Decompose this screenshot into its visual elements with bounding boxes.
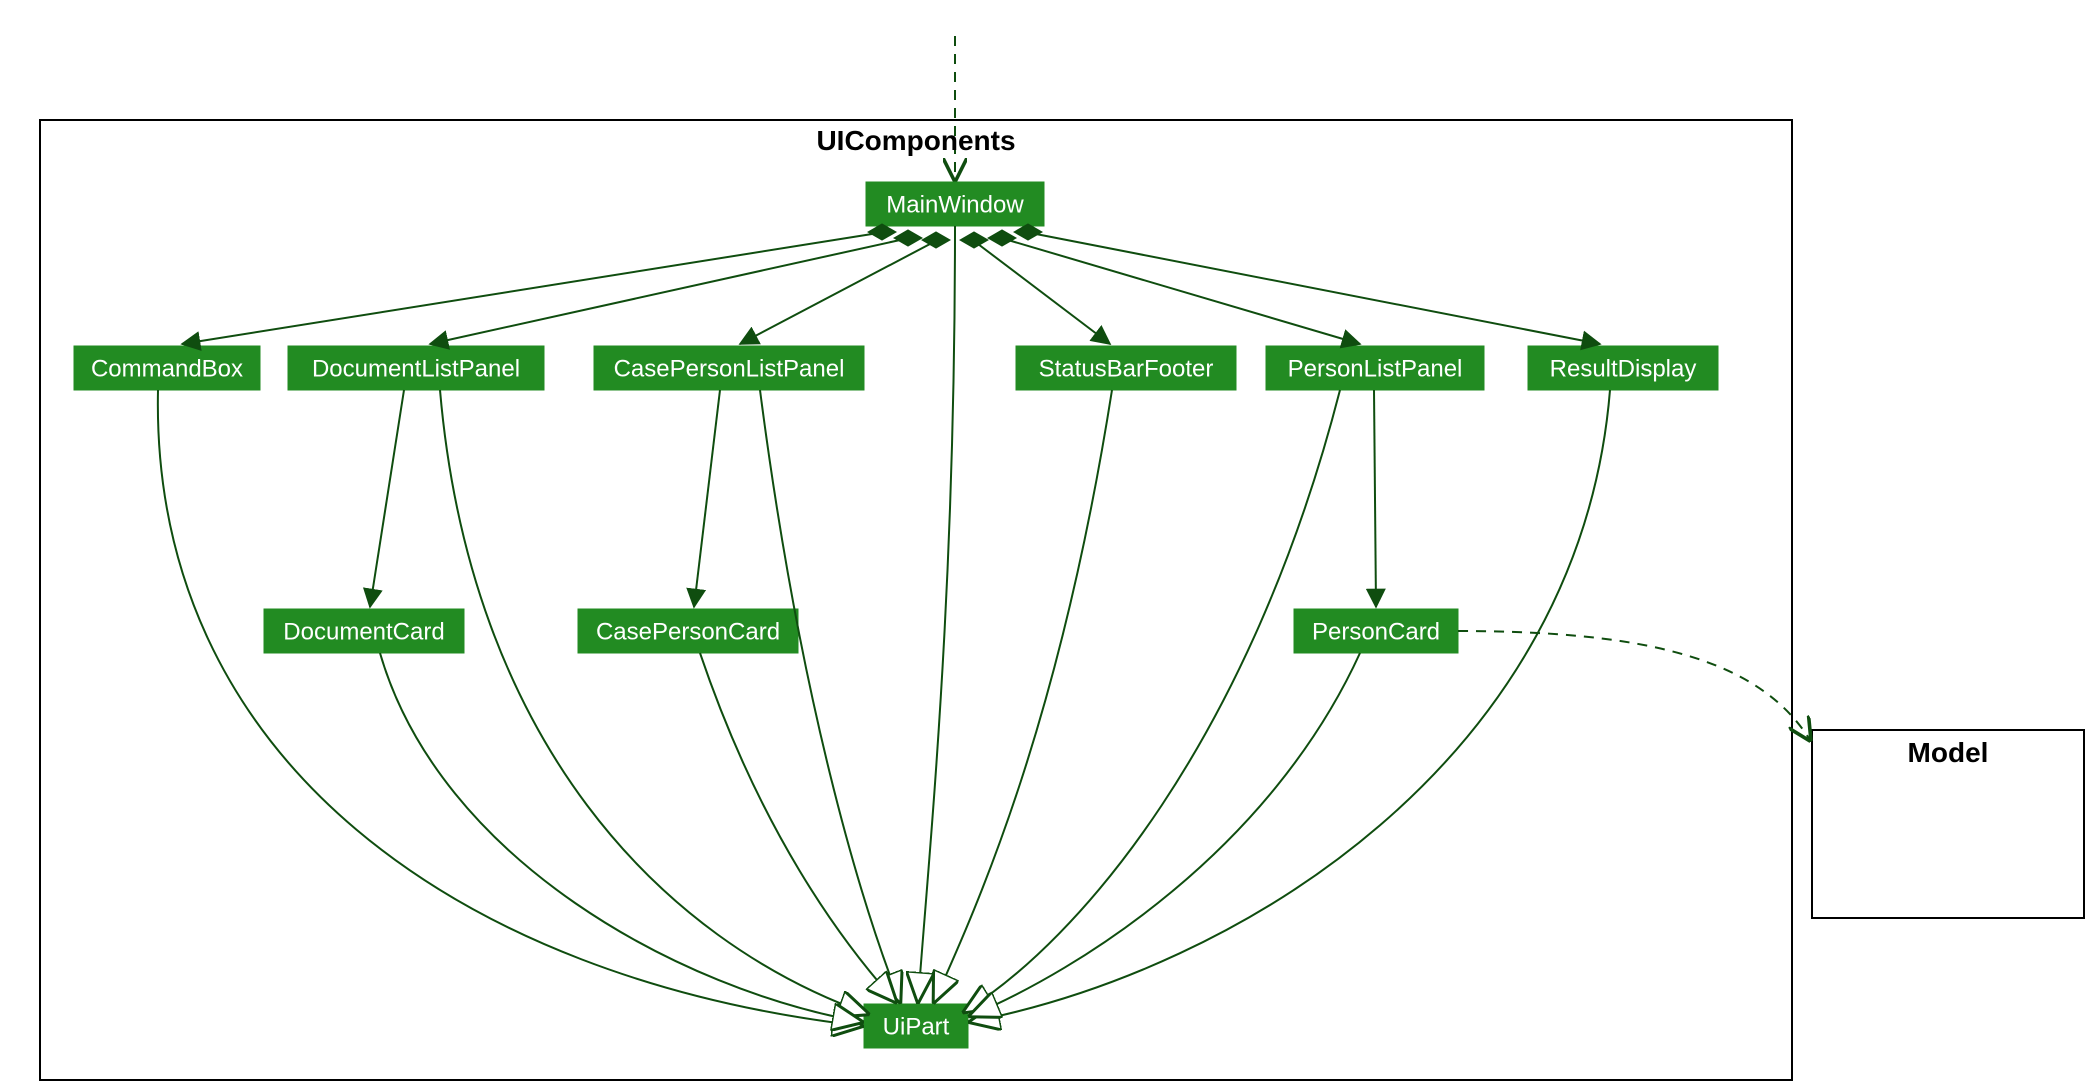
svg-text:StatusBarFooter: StatusBarFooter [1039,355,1214,382]
edge-casepersoncard-uipart [700,653,896,1002]
node-casepersoncard: CasePersonCard [578,609,798,653]
svg-text:PersonCard: PersonCard [1312,618,1440,645]
svg-text:CasePersonListPanel: CasePersonListPanel [614,355,845,382]
node-personlistpanel: PersonListPanel [1266,346,1484,390]
edge-personcard-model [1458,631,1810,740]
edge-mw-casepersonlistpanel [740,244,930,344]
svg-text:CommandBox: CommandBox [91,355,243,382]
edge-cplp-uipart [760,390,900,1002]
edge-mw-documentlistpanel [430,240,900,344]
edge-documentcard-uipart [380,653,862,1022]
node-documentcard: DocumentCard [264,609,464,653]
edge-sbf-uipart [934,390,1112,1002]
node-mainwindow: MainWindow [866,182,1044,226]
uml-diagram: UIComponents Model MainWindow CommandBox… [0,0,2100,1092]
edge-mw-resultdisplay [1036,234,1600,344]
node-documentlistpanel: DocumentListPanel [288,346,544,390]
uicomponents-title: UIComponents [816,125,1015,156]
svg-text:ResultDisplay: ResultDisplay [1550,355,1697,382]
edge-dlp-uipart [440,390,868,1014]
edge-mw-statusbarfooter [978,244,1110,344]
svg-text:DocumentListPanel: DocumentListPanel [312,355,520,382]
node-statusbarfooter: StatusBarFooter [1016,346,1236,390]
svg-text:UiPart: UiPart [883,1013,950,1040]
node-uipart: UiPart [864,1004,968,1048]
edge-plp-personcard [1374,390,1376,607]
svg-text:CasePersonCard: CasePersonCard [596,618,780,645]
svg-text:MainWindow: MainWindow [886,191,1024,218]
edge-mw-uipart [918,226,955,1002]
uicomponents-container [40,120,1792,1080]
svg-text:DocumentCard: DocumentCard [283,618,444,645]
edge-mw-personlistpanel [1008,240,1360,344]
node-personcard: PersonCard [1294,609,1458,653]
edge-mw-commandbox [182,234,872,344]
edge-dlp-documentcard [370,390,404,607]
node-resultdisplay: ResultDisplay [1528,346,1718,390]
edge-plp-uipart [964,390,1340,1012]
svg-text:PersonListPanel: PersonListPanel [1288,355,1463,382]
node-commandbox: CommandBox [74,346,260,390]
edge-personcard-uipart [970,653,1360,1016]
model-title: Model [1908,737,1989,768]
node-casepersonlistpanel: CasePersonListPanel [594,346,864,390]
edge-cplp-casepersoncard [694,390,720,607]
edge-commandbox-uipart [158,390,862,1026]
